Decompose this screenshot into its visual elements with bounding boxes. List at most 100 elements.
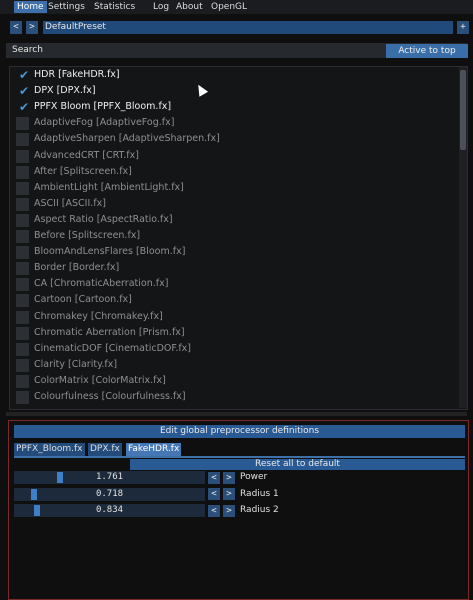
effect-checkbox[interactable] xyxy=(16,181,29,195)
radius-2-decrement-button[interactable]: < xyxy=(208,504,220,517)
tab-fakehdr[interactable]: FakeHDR.fx xyxy=(126,443,182,456)
list-item[interactable]: Clarity [Clarity.fx] xyxy=(14,358,454,374)
list-item[interactable]: ColorMatrix [ColorMatrix.fx] xyxy=(14,374,454,390)
power-label: Power xyxy=(240,472,268,482)
effect-label: BloomAndLensFlares [Bloom.fx] xyxy=(34,246,186,258)
effect-label: AdvancedCRT [CRT.fx] xyxy=(34,149,139,161)
list-item[interactable]: ✔ DPX [DPX.fx] xyxy=(14,84,454,100)
list-item[interactable]: Colourfulness [Colourfulness.fx] xyxy=(14,390,454,406)
list-item[interactable]: AdaptiveSharpen [AdaptiveSharpen.fx] xyxy=(14,132,454,148)
effect-label: Colourfulness [Colourfulness.fx] xyxy=(34,391,186,402)
power-value: 1.761 xyxy=(95,472,124,482)
list-item[interactable]: After [Splitscreen.fx] xyxy=(14,165,454,181)
reset-all-button[interactable]: Reset all to default xyxy=(130,459,465,470)
effect-checkbox[interactable] xyxy=(16,246,29,260)
tab-dpx[interactable]: DPX.fx xyxy=(88,443,122,456)
top-menu-bar: Home Settings Statistics Log About OpenG… xyxy=(0,0,473,14)
tab-log[interactable]: Log xyxy=(150,1,172,13)
list-item[interactable]: AdaptiveFog [AdaptiveFog.fx] xyxy=(14,116,454,132)
effect-checkbox[interactable] xyxy=(16,342,29,356)
checkmark-icon: ✔ xyxy=(19,100,30,115)
list-item[interactable]: AmbientLight [AmbientLight.fx] xyxy=(14,181,454,197)
effect-label: Cartoon [Cartoon.fx] xyxy=(34,294,132,306)
effect-checkbox[interactable] xyxy=(16,294,29,308)
effect-checkbox[interactable] xyxy=(16,278,29,292)
radius-1-label: Radius 1 xyxy=(240,488,279,499)
radius-2-slider[interactable]: 0.834 xyxy=(14,504,205,517)
tab-opengl[interactable]: OpenGL xyxy=(208,1,250,13)
tab-ppfx-bloom[interactable]: PPFX_Bloom.fx xyxy=(14,443,85,456)
radius-1-value: 0.718 xyxy=(95,488,124,499)
power-increment-button[interactable]: > xyxy=(223,471,235,484)
effect-checkbox[interactable] xyxy=(16,149,29,163)
power-decrement-button[interactable]: < xyxy=(208,471,220,484)
effect-label: ASCII [ASCII.fx] xyxy=(34,197,106,209)
effect-label: AmbientLight [AmbientLight.fx] xyxy=(34,181,184,193)
effect-checkbox[interactable] xyxy=(16,358,29,372)
effect-label: AdaptiveSharpen [AdaptiveSharpen.fx] xyxy=(34,133,220,145)
panel-splitter[interactable] xyxy=(6,412,467,416)
effect-checkbox[interactable] xyxy=(16,117,29,131)
effect-label: AdaptiveFog [AdaptiveFog.fx] xyxy=(34,117,175,129)
effect-label: PPFX Bloom [PPFX_Bloom.fx] xyxy=(34,101,172,113)
radius-1-slider[interactable]: 0.718 xyxy=(14,487,205,501)
effect-checkbox[interactable] xyxy=(16,197,29,211)
list-item[interactable]: ✔ PPFX Bloom [PPFX_Bloom.fx] xyxy=(14,100,454,116)
list-item[interactable]: Border [Border.fx] xyxy=(14,261,454,277)
effect-checkbox[interactable] xyxy=(16,165,29,179)
search-label: Search xyxy=(12,45,43,55)
tab-home[interactable]: Home xyxy=(14,1,47,13)
tab-settings[interactable]: Settings xyxy=(45,1,88,13)
radius-2-increment-button[interactable]: > xyxy=(223,504,235,517)
list-item[interactable]: CA [ChromaticAberration.fx] xyxy=(14,277,454,293)
active-to-top-button[interactable]: Active to top xyxy=(386,44,468,58)
preset-selector[interactable]: DefaultPreset xyxy=(43,21,453,34)
effect-label: CA [ChromaticAberration.fx] xyxy=(34,278,169,290)
power-slider[interactable]: 1.761 xyxy=(14,471,205,484)
add-preset-button[interactable]: + xyxy=(457,21,469,34)
effect-label: Before [Splitscreen.fx] xyxy=(34,230,141,241)
list-item[interactable]: Aspect Ratio [AspectRatio.fx] xyxy=(14,213,454,229)
list-item[interactable]: Before [Splitscreen.fx] xyxy=(14,229,454,245)
effect-checkbox[interactable] xyxy=(16,374,29,388)
effect-label: Chromatic Aberration [Prism.fx] xyxy=(34,326,185,338)
effect-label: Border [Border.fx] xyxy=(34,262,120,274)
effect-checkbox[interactable] xyxy=(16,213,29,227)
effect-label: Aspect Ratio [AspectRatio.fx] xyxy=(34,213,173,225)
checkmark-icon: ✔ xyxy=(19,68,30,82)
effect-label: Clarity [Clarity.fx] xyxy=(34,358,118,370)
list-item[interactable]: Chromatic Aberration [Prism.fx] xyxy=(14,326,454,342)
list-item[interactable]: ✔ HDR [FakeHDR.fx] xyxy=(14,68,454,84)
effect-checkbox[interactable]: ✔ xyxy=(16,68,30,82)
effect-label: HDR [FakeHDR.fx] xyxy=(34,69,120,80)
tab-statistics[interactable]: Statistics xyxy=(91,1,138,13)
list-item[interactable]: Cartoon [Cartoon.fx] xyxy=(14,293,454,309)
list-item[interactable]: ASCII [ASCII.fx] xyxy=(14,197,454,213)
list-item[interactable]: BloomAndLensFlares [Bloom.fx] xyxy=(14,245,454,261)
previous-preset-button[interactable]: < xyxy=(10,21,22,34)
next-preset-button[interactable]: > xyxy=(26,21,38,34)
effect-label: DPX [DPX.fx] xyxy=(34,85,96,97)
effect-checkbox[interactable] xyxy=(16,230,29,243)
radius-1-increment-button[interactable]: > xyxy=(223,488,235,500)
list-item[interactable]: CinematicDOF [CinematicDOF.fx] xyxy=(14,342,454,358)
effect-checkbox[interactable] xyxy=(16,391,29,404)
effect-checkbox[interactable] xyxy=(16,310,29,324)
effect-checkbox[interactable]: ✔ xyxy=(16,100,30,115)
effect-checkbox[interactable] xyxy=(16,133,29,147)
tab-underline xyxy=(14,456,465,458)
scrollbar-thumb[interactable] xyxy=(460,70,466,150)
effect-label: CinematicDOF [CinematicDOF.fx] xyxy=(34,342,192,354)
effect-checkbox[interactable] xyxy=(16,326,29,340)
effect-label: ColorMatrix [ColorMatrix.fx] xyxy=(34,374,166,386)
effect-label: After [Splitscreen.fx] xyxy=(34,165,132,177)
edit-preprocessor-definitions-button[interactable]: Edit global preprocessor definitions xyxy=(14,425,465,438)
tab-about[interactable]: About xyxy=(173,1,206,13)
checkmark-icon: ✔ xyxy=(19,84,30,99)
list-item[interactable]: Chromakey [Chromakey.fx] xyxy=(14,310,454,326)
radius-1-decrement-button[interactable]: < xyxy=(208,488,220,500)
list-item[interactable]: AdvancedCRT [CRT.fx] xyxy=(14,149,454,165)
effect-checkbox[interactable] xyxy=(16,262,29,276)
effect-list: ✔ HDR [FakeHDR.fx] ✔ DPX [DPX.fx] ✔ PPFX Bloo… xyxy=(9,66,468,410)
effect-checkbox[interactable]: ✔ xyxy=(16,84,30,99)
